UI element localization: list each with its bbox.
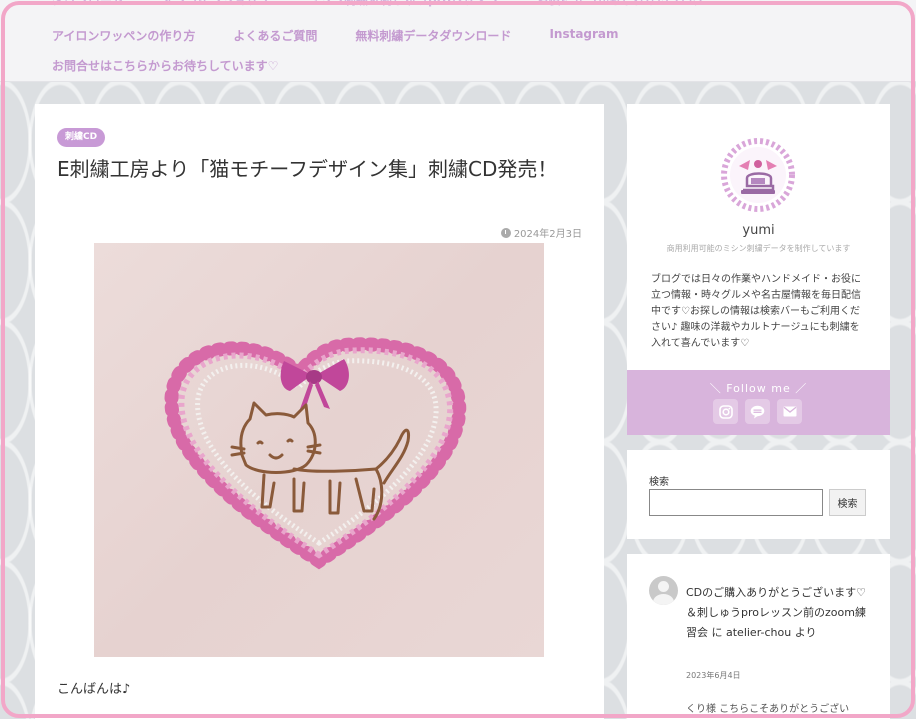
recent-comments-widget: CDのご購入ありがとうございます♡＆刺しゅうproレッスン前のzoom練習会 に…: [627, 554, 890, 719]
mail-icon: [783, 406, 796, 417]
nav-item-lesson[interactable]: ミシン刺繍＆刺しゅうproレッスン: [308, 0, 499, 8]
instagram-button[interactable]: [713, 399, 738, 424]
mail-button[interactable]: [777, 399, 802, 424]
hero-image: [94, 243, 544, 657]
avatar: [717, 132, 799, 214]
nav-item-contact[interactable]: お問合せはこちらからお待ちしています♡: [52, 57, 278, 74]
global-nav: ダウンロード オンラインショップ ミシン刺繍＆刺しゅうproレッスン お役に立つ…: [0, 0, 916, 82]
nav-item-download[interactable]: ダウンロード: [52, 0, 124, 8]
sns-links: [713, 399, 802, 424]
nav-item-patch[interactable]: アイロンワッペンの作り方: [52, 27, 195, 44]
nav-row-top: ダウンロード オンラインショップ ミシン刺繍＆刺しゅうproレッスン お役に立つ…: [52, 0, 743, 8]
profile-name: yumi: [742, 223, 775, 238]
sewing-machine-logo-icon: [721, 138, 795, 212]
comment-link[interactable]: CDのご購入ありがとうございます♡＆刺しゅうproレッスン前のzoom練習会 に…: [686, 583, 871, 643]
profile-tagline: 商用利用可能のミシン刺繍データを制作しています: [666, 244, 851, 253]
commenter-avatar: [649, 576, 678, 605]
cat-embroidery-image: [164, 337, 467, 570]
post-date: 2024年2月3日: [500, 225, 582, 240]
post-card: 刺繍CD E刺繍工房より「猫モチーフデザイン集」刺繍CD発売！ 2024年2月3…: [35, 104, 604, 719]
search-label: 検索: [649, 477, 669, 488]
search-widget: 検索 検索: [627, 450, 890, 539]
nav-item-online-shop[interactable]: オンラインショップ: [162, 0, 270, 8]
nav-item-blog[interactable]: お役に立つかもしれないブログ: [537, 0, 705, 8]
post-date-text: 2024年2月3日: [513, 229, 582, 240]
profile-widget: yumi 商用利用可能のミシン刺繍データを制作しています ブログでは日々の作業や…: [627, 104, 890, 435]
nav-row-bottom: お問合せはこちらからお待ちしています♡: [52, 57, 316, 74]
category-badge[interactable]: 刺繍CD: [57, 128, 106, 147]
nav-row-middle: アイロンワッペンの作り方 よくあるご質問 無料刺繍データダウンロード Insta…: [52, 27, 657, 44]
cat-outline: [230, 401, 410, 521]
nav-item-free-data[interactable]: 無料刺繍データダウンロード: [355, 27, 511, 44]
post-greeting: こんばんは♪: [57, 682, 131, 697]
line-icon: [750, 405, 765, 418]
clock-icon: [500, 227, 511, 238]
follow-label: ＼ Follow me ／: [709, 382, 808, 395]
follow-band: ＼ Follow me ／: [627, 370, 890, 435]
profile-bio: ブログでは日々の作業やハンドメイド・お役に立つ情報・時々グルメや名古屋情報を毎日…: [651, 274, 861, 349]
post-title: E刺繍工房より「猫モチーフデザイン集」刺繍CD発売！: [57, 157, 558, 181]
pink-bow: [280, 359, 349, 409]
line-button[interactable]: [745, 399, 770, 424]
nav-item-instagram[interactable]: Instagram: [549, 27, 618, 44]
comment-snippet: くり様 こちらこそありがとうござい: [686, 704, 850, 715]
search-button[interactable]: 検索: [829, 489, 866, 516]
comment-date: 2023年6月4日: [686, 671, 741, 680]
nav-item-faq[interactable]: よくあるご質問: [233, 27, 317, 44]
instagram-icon: [718, 404, 733, 419]
search-input[interactable]: [649, 489, 823, 516]
